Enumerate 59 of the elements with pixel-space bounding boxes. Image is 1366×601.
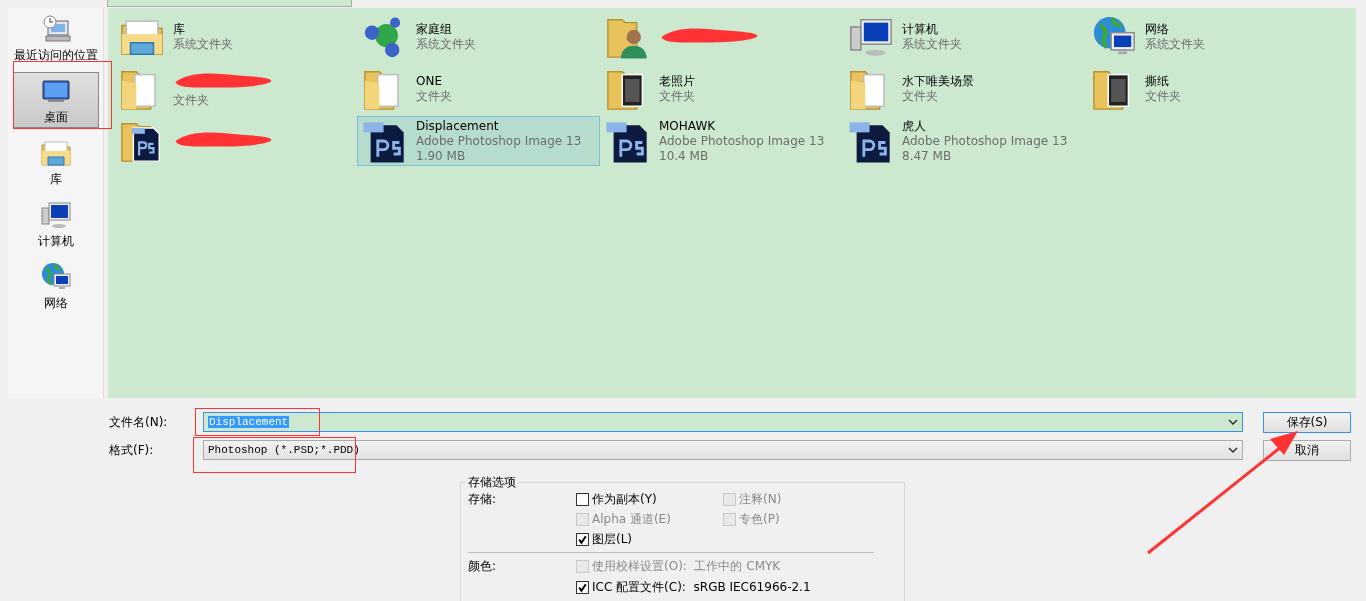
file-type: 文件夹 bbox=[416, 89, 453, 104]
file-name: 虎人 bbox=[902, 118, 927, 134]
file-item[interactable]: 撕纸 文件夹 bbox=[1086, 64, 1329, 114]
file-item[interactable]: 水下唯美场景 文件夹 bbox=[843, 64, 1086, 114]
file-item[interactable]: 文件夹 bbox=[114, 64, 357, 114]
option-checkbox[interactable]: ICC 配置文件(C): sRGB IEC61966-2.1 bbox=[576, 579, 811, 596]
file-name: 计算机 bbox=[902, 22, 939, 37]
file-type: 系统文件夹 bbox=[1145, 37, 1206, 52]
sidebar-item[interactable]: 桌面 bbox=[12, 72, 99, 128]
filename-value: Displacement bbox=[208, 416, 290, 428]
file-name: 老照片 bbox=[659, 74, 696, 89]
file-type: 系统文件夹 bbox=[416, 37, 477, 52]
dropdown-chevron-icon bbox=[1228, 419, 1238, 425]
file-item[interactable]: ONE 文件夹 bbox=[357, 64, 600, 114]
file-type: 文件夹 bbox=[659, 89, 696, 104]
sidebar-item[interactable]: 最近访问的位置 bbox=[12, 10, 99, 66]
file-name: Displacement bbox=[416, 118, 500, 134]
file-item[interactable]: 家庭组 系统文件夹 bbox=[357, 12, 600, 62]
file-item[interactable]: 计算机 系统文件夹 bbox=[843, 12, 1086, 62]
file-name: 家庭组 bbox=[416, 22, 453, 37]
file-type: Adobe Photoshop Image 13 bbox=[416, 133, 582, 149]
file-item[interactable]: MOHAWK Adobe Photoshop Image 13 10.4 MB bbox=[600, 116, 843, 166]
file-item[interactable]: 老照片 文件夹 bbox=[600, 64, 843, 114]
file-name: 网络 bbox=[1145, 22, 1170, 37]
file-type: Adobe Photoshop Image 13 bbox=[902, 133, 1068, 149]
file-name: MOHAWK bbox=[659, 118, 717, 134]
dropdown-chevron-icon bbox=[1228, 447, 1238, 453]
file-item[interactable]: 库 系统文件夹 bbox=[114, 12, 357, 62]
file-type: 系统文件夹 bbox=[902, 37, 963, 52]
format-label: 格式(F): bbox=[109, 441, 155, 459]
save-button[interactable]: 保存(S) bbox=[1263, 411, 1351, 433]
sidebar-item[interactable]: 计算机 bbox=[12, 196, 99, 252]
file-type: 文件夹 bbox=[902, 89, 939, 104]
file-name: 库 bbox=[173, 22, 186, 37]
option-checkbox[interactable]: 作为副本(Y) bbox=[576, 491, 719, 508]
option-group-label: 颜色: bbox=[468, 558, 498, 575]
filename-label: 文件名(N): bbox=[109, 413, 169, 431]
file-type: 文件夹 bbox=[1145, 89, 1182, 104]
file-item[interactable]: Displacement Adobe Photoshop Image 13 1.90 MB bbox=[357, 116, 600, 166]
file-type: 文件夹 bbox=[173, 92, 210, 108]
file-type: 系统文件夹 bbox=[173, 37, 234, 52]
save-options-title: 存储选项 bbox=[467, 474, 517, 491]
file-name: ONE bbox=[416, 74, 443, 89]
file-type: Adobe Photoshop Image 13 bbox=[659, 133, 825, 149]
file-size: 10.4 MB bbox=[659, 148, 710, 164]
option-checkbox[interactable]: 图层(L) bbox=[576, 531, 719, 548]
option-group-label: 存储: bbox=[468, 491, 498, 508]
sidebar-item[interactable]: 库 bbox=[12, 134, 99, 190]
file-name: 撕纸 bbox=[1145, 74, 1170, 89]
file-item[interactable]: 虎人 Adobe Photoshop Image 13 8.47 MB bbox=[843, 116, 1086, 166]
checkbox[interactable] bbox=[576, 493, 589, 506]
address-field[interactable] bbox=[107, 0, 352, 7]
file-item[interactable]: 网络 系统文件夹 bbox=[1086, 12, 1329, 62]
sidebar-item[interactable]: 网络 bbox=[12, 258, 99, 314]
file-name: 水下唯美场景 bbox=[902, 74, 975, 89]
file-size: 1.90 MB bbox=[416, 148, 467, 164]
file-size: 8.47 MB bbox=[902, 148, 953, 164]
checkbox[interactable] bbox=[576, 581, 589, 594]
checkbox[interactable] bbox=[576, 533, 589, 546]
